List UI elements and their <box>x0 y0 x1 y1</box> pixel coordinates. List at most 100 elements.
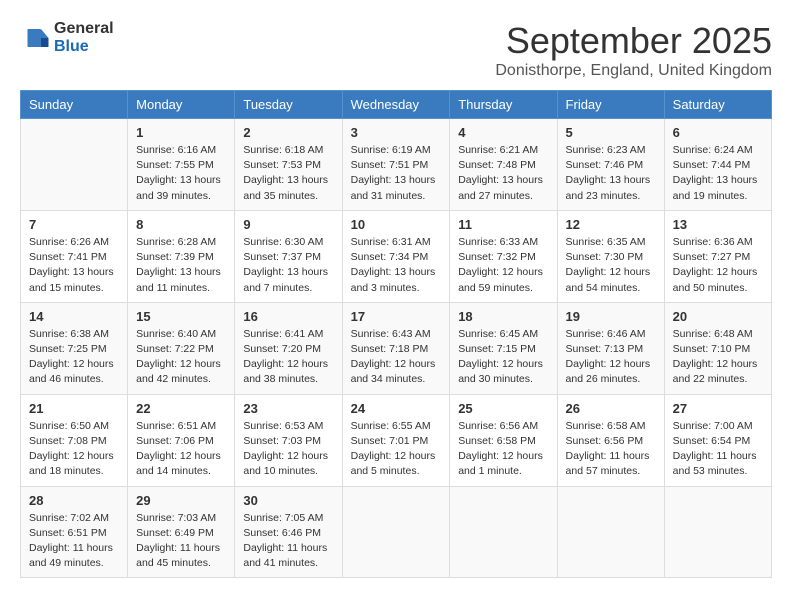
day-info: Sunrise: 6:45 AM Sunset: 7:15 PM Dayligh… <box>458 327 548 388</box>
day-number: 17 <box>351 309 442 324</box>
day-number: 25 <box>458 401 548 416</box>
day-number: 24 <box>351 401 442 416</box>
calendar-cell: 11Sunrise: 6:33 AM Sunset: 7:32 PM Dayli… <box>450 210 557 302</box>
calendar-cell: 22 Sunrise: 6:51 AM Sunset: 7:06 PM Dayli… <box>128 394 235 486</box>
calendar-cell: 24Sunrise: 6:55 AM Sunset: 7:01 PM Dayli… <box>342 394 450 486</box>
day-info: Sunrise: 6:50 AM Sunset: 7:08 PM Dayligh… <box>29 419 119 480</box>
month-title: September 2025 <box>495 20 772 62</box>
logo-blue-text: Blue <box>54 38 114 56</box>
day-info: Sunrise: 6:19 AM Sunset: 7:51 PM Dayligh… <box>351 143 442 204</box>
day-number: 20 <box>673 309 763 324</box>
day-number: 3 <box>351 125 442 140</box>
day-number: 30 <box>243 493 333 508</box>
calendar-cell <box>21 119 128 211</box>
day-number: 14 <box>29 309 119 324</box>
day-info: Sunrise: 6:36 AM Sunset: 7:27 PM Dayligh… <box>673 235 763 296</box>
day-info: Sunrise: 7:05 AM Sunset: 6:46 PM Dayligh… <box>243 511 333 572</box>
day-number: 28 <box>29 493 119 508</box>
calendar-cell: 28 Sunrise: 7:02 AM Sunset: 6:51 PM Dayli… <box>21 486 128 578</box>
calendar-cell: 23 Sunrise: 6:53 AM Sunset: 7:03 PM Dayli… <box>235 394 342 486</box>
day-info: Sunrise: 6:16 AM Sunset: 7:55 PM Dayligh… <box>136 143 226 204</box>
day-info: Sunrise: 6:38 AM Sunset: 7:25 PM Dayligh… <box>29 327 119 388</box>
day-info: Sunrise: 6:46 AM Sunset: 7:13 PM Dayligh… <box>566 327 656 388</box>
calendar-cell: 6Sunrise: 6:24 AM Sunset: 7:44 PM Daylig… <box>664 119 771 211</box>
day-info: Sunrise: 7:00 AM Sunset: 6:54 PM Dayligh… <box>673 419 763 480</box>
calendar-cell: 3 Sunrise: 6:19 AM Sunset: 7:51 PM Daylig… <box>342 119 450 211</box>
calendar-cell: 27 Sunrise: 7:00 AM Sunset: 6:54 PM Dayli… <box>664 394 771 486</box>
day-of-week-header: Wednesday <box>342 91 450 119</box>
calendar-table: SundayMondayTuesdayWednesdayThursdayFrid… <box>20 90 772 578</box>
day-number: 23 <box>243 401 333 416</box>
day-of-week-header: Thursday <box>450 91 557 119</box>
day-number: 15 <box>136 309 226 324</box>
day-number: 18 <box>458 309 548 324</box>
logo-general-text: General <box>54 20 114 38</box>
day-info: Sunrise: 6:33 AM Sunset: 7:32 PM Dayligh… <box>458 235 548 296</box>
calendar-cell: 5Sunrise: 6:23 AM Sunset: 7:46 PM Daylig… <box>557 119 664 211</box>
day-number: 26 <box>566 401 656 416</box>
day-info: Sunrise: 7:03 AM Sunset: 6:49 PM Dayligh… <box>136 511 226 572</box>
calendar-cell: 12 Sunrise: 6:35 AM Sunset: 7:30 PM Dayli… <box>557 210 664 302</box>
day-number: 29 <box>136 493 226 508</box>
day-info: Sunrise: 6:28 AM Sunset: 7:39 PM Dayligh… <box>136 235 226 296</box>
day-number: 19 <box>566 309 656 324</box>
logo-icon <box>20 23 50 53</box>
day-info: Sunrise: 6:58 AM Sunset: 6:56 PM Dayligh… <box>566 419 656 480</box>
calendar-cell: 8 Sunrise: 6:28 AM Sunset: 7:39 PM Daylig… <box>128 210 235 302</box>
day-info: Sunrise: 6:26 AM Sunset: 7:41 PM Dayligh… <box>29 235 119 296</box>
day-number: 10 <box>351 217 442 232</box>
calendar-cell <box>664 486 771 578</box>
calendar-cell <box>557 486 664 578</box>
title-block: September 2025 Donisthorpe, England, Uni… <box>495 20 772 80</box>
calendar-cell: 1Sunrise: 6:16 AM Sunset: 7:55 PM Daylig… <box>128 119 235 211</box>
day-info: Sunrise: 6:53 AM Sunset: 7:03 PM Dayligh… <box>243 419 333 480</box>
calendar-week-row: 14 Sunrise: 6:38 AM Sunset: 7:25 PM Dayli… <box>21 302 772 394</box>
day-info: Sunrise: 6:24 AM Sunset: 7:44 PM Dayligh… <box>673 143 763 204</box>
day-number: 12 <box>566 217 656 232</box>
day-of-week-header: Tuesday <box>235 91 342 119</box>
calendar-cell: 7Sunrise: 6:26 AM Sunset: 7:41 PM Daylig… <box>21 210 128 302</box>
day-number: 2 <box>243 125 333 140</box>
day-info: Sunrise: 6:56 AM Sunset: 6:58 PM Dayligh… <box>458 419 548 480</box>
calendar-cell: 2Sunrise: 6:18 AM Sunset: 7:53 PM Daylig… <box>235 119 342 211</box>
day-of-week-header: Sunday <box>21 91 128 119</box>
calendar-cell <box>450 486 557 578</box>
day-number: 9 <box>243 217 333 232</box>
day-number: 22 <box>136 401 226 416</box>
day-info: Sunrise: 7:02 AM Sunset: 6:51 PM Dayligh… <box>29 511 119 572</box>
day-number: 27 <box>673 401 763 416</box>
day-info: Sunrise: 6:48 AM Sunset: 7:10 PM Dayligh… <box>673 327 763 388</box>
calendar-header-row: SundayMondayTuesdayWednesdayThursdayFrid… <box>21 91 772 119</box>
day-info: Sunrise: 6:23 AM Sunset: 7:46 PM Dayligh… <box>566 143 656 204</box>
calendar-week-row: 7Sunrise: 6:26 AM Sunset: 7:41 PM Daylig… <box>21 210 772 302</box>
day-number: 13 <box>673 217 763 232</box>
day-number: 4 <box>458 125 548 140</box>
day-of-week-header: Friday <box>557 91 664 119</box>
calendar-week-row: 1Sunrise: 6:16 AM Sunset: 7:55 PM Daylig… <box>21 119 772 211</box>
calendar-cell: 21Sunrise: 6:50 AM Sunset: 7:08 PM Dayli… <box>21 394 128 486</box>
day-number: 8 <box>136 217 226 232</box>
calendar-cell <box>342 486 450 578</box>
calendar-week-row: 28 Sunrise: 7:02 AM Sunset: 6:51 PM Dayli… <box>21 486 772 578</box>
day-info: Sunrise: 6:51 AM Sunset: 7:06 PM Dayligh… <box>136 419 226 480</box>
calendar-cell: 14 Sunrise: 6:38 AM Sunset: 7:25 PM Dayli… <box>21 302 128 394</box>
page-header: General Blue September 2025 Donisthorpe,… <box>20 20 772 80</box>
day-info: Sunrise: 6:31 AM Sunset: 7:34 PM Dayligh… <box>351 235 442 296</box>
day-info: Sunrise: 6:41 AM Sunset: 7:20 PM Dayligh… <box>243 327 333 388</box>
day-number: 16 <box>243 309 333 324</box>
calendar-cell: 4 Sunrise: 6:21 AM Sunset: 7:48 PM Daylig… <box>450 119 557 211</box>
day-info: Sunrise: 6:40 AM Sunset: 7:22 PM Dayligh… <box>136 327 226 388</box>
day-info: Sunrise: 6:43 AM Sunset: 7:18 PM Dayligh… <box>351 327 442 388</box>
calendar-cell: 30 Sunrise: 7:05 AM Sunset: 6:46 PM Dayli… <box>235 486 342 578</box>
day-info: Sunrise: 6:30 AM Sunset: 7:37 PM Dayligh… <box>243 235 333 296</box>
calendar-cell: 29 Sunrise: 7:03 AM Sunset: 6:49 PM Dayli… <box>128 486 235 578</box>
day-info: Sunrise: 6:35 AM Sunset: 7:30 PM Dayligh… <box>566 235 656 296</box>
day-info: Sunrise: 6:21 AM Sunset: 7:48 PM Dayligh… <box>458 143 548 204</box>
logo: General Blue <box>20 20 114 55</box>
calendar-cell: 25 Sunrise: 6:56 AM Sunset: 6:58 PM Dayli… <box>450 394 557 486</box>
day-of-week-header: Saturday <box>664 91 771 119</box>
calendar-cell: 17 Sunrise: 6:43 AM Sunset: 7:18 PM Dayli… <box>342 302 450 394</box>
calendar-week-row: 21Sunrise: 6:50 AM Sunset: 7:08 PM Dayli… <box>21 394 772 486</box>
location-text: Donisthorpe, England, United Kingdom <box>495 62 772 80</box>
day-of-week-header: Monday <box>128 91 235 119</box>
